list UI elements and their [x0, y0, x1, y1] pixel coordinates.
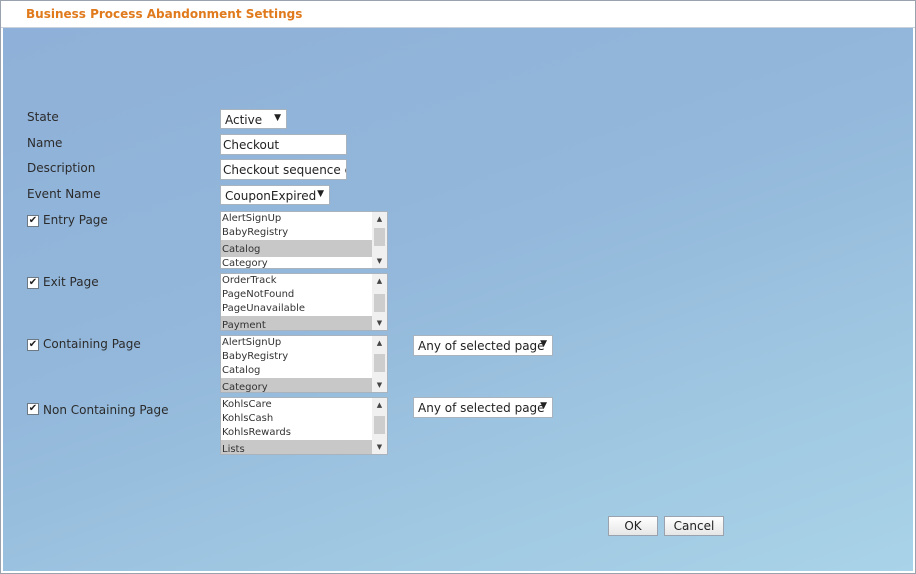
entry-page-checkbox[interactable]: ✔	[27, 215, 39, 227]
state-select[interactable]: Active ▼	[220, 109, 287, 129]
list-item[interactable]: OrderTrack	[221, 274, 372, 288]
scroll-up-icon[interactable]: ▲	[372, 399, 387, 411]
dialog-title: Business Process Abandonment Settings	[26, 7, 303, 21]
event-name-select-value: CouponExpired	[225, 189, 317, 203]
list-item-selected[interactable]: Lists	[221, 440, 372, 454]
list-item[interactable]: PageNotFound	[221, 288, 372, 302]
containing-page-scrollbar[interactable]: ▲ ▼	[372, 336, 387, 392]
containing-page-listbox[interactable]: AlertSignUp BabyRegistry Catalog Categor…	[220, 335, 388, 393]
event-name-select[interactable]: CouponExpired ▼	[220, 185, 330, 205]
chevron-down-icon: ▼	[540, 401, 547, 411]
list-item[interactable]: KohlsCash	[221, 412, 372, 426]
checkmark-icon: ✔	[28, 339, 38, 350]
chevron-down-icon: ▼	[317, 189, 324, 199]
description-field[interactable]: Checkout sequence ex	[220, 159, 347, 180]
list-item-selected[interactable]: Category	[221, 378, 372, 392]
containing-page-checkbox[interactable]: ✔	[27, 339, 39, 351]
scroll-up-icon[interactable]: ▲	[372, 337, 387, 349]
scroll-up-icon[interactable]: ▲	[372, 275, 387, 287]
containing-page-mode-select[interactable]: Any of selected page ▼	[413, 335, 553, 356]
chevron-down-icon: ▼	[540, 339, 547, 349]
non-containing-page-scrollbar[interactable]: ▲ ▼	[372, 398, 387, 454]
non-containing-page-checkbox[interactable]: ✔	[27, 403, 39, 415]
cancel-button[interactable]: Cancel	[664, 516, 724, 536]
abandonment-settings-dialog: Business Process Abandonment Settings St…	[0, 0, 916, 574]
checkmark-icon: ✔	[28, 277, 38, 288]
exit-page-scrollbar[interactable]: ▲ ▼	[372, 274, 387, 330]
non-containing-page-mode-select[interactable]: Any of selected page ▼	[413, 397, 553, 418]
dialog-body	[3, 28, 913, 571]
scrollbar-thumb[interactable]	[374, 416, 385, 434]
scroll-down-icon[interactable]: ▼	[372, 379, 387, 391]
list-item[interactable]: KohlsRewards	[221, 426, 372, 440]
description-label: Description	[27, 161, 96, 175]
scrollbar-thumb[interactable]	[374, 294, 385, 312]
list-item[interactable]: AlertSignUp	[221, 336, 372, 350]
dialog-titlebar: Business Process Abandonment Settings	[1, 1, 915, 28]
exit-page-checkbox[interactable]: ✔	[27, 277, 39, 289]
non-containing-page-mode-value: Any of selected page	[418, 401, 545, 415]
containing-page-label: Containing Page	[43, 337, 141, 351]
exit-page-listbox[interactable]: OrderTrack PageNotFound PageUnavailable …	[220, 273, 388, 331]
list-item[interactable]: Catalog	[221, 364, 372, 378]
list-item[interactable]: Category	[221, 257, 372, 268]
containing-page-mode-value: Any of selected page	[418, 339, 545, 353]
scroll-down-icon[interactable]: ▼	[372, 317, 387, 329]
non-containing-page-listbox[interactable]: KohlsCare KohlsCash KohlsRewards Lists ▲…	[220, 397, 388, 455]
state-select-value: Active	[225, 113, 263, 127]
chevron-down-icon: ▼	[274, 113, 281, 123]
list-item[interactable]: BabyRegistry	[221, 226, 372, 240]
exit-page-label: Exit Page	[43, 275, 99, 289]
scroll-down-icon[interactable]: ▼	[372, 441, 387, 453]
list-item[interactable]: KohlsCare	[221, 398, 372, 412]
list-item[interactable]: PageUnavailable	[221, 302, 372, 316]
list-item-selected[interactable]: Payment	[221, 316, 372, 330]
list-item[interactable]: AlertSignUp	[221, 212, 372, 226]
state-label: State	[27, 110, 59, 124]
checkmark-icon: ✔	[28, 215, 38, 226]
ok-button[interactable]: OK	[608, 516, 658, 536]
name-field[interactable]: Checkout	[220, 134, 347, 155]
scroll-down-icon[interactable]: ▼	[372, 255, 387, 267]
name-label: Name	[27, 136, 63, 150]
scroll-up-icon[interactable]: ▲	[372, 213, 387, 225]
entry-page-listbox[interactable]: AlertSignUp BabyRegistry Catalog Categor…	[220, 211, 388, 269]
entry-page-label: Entry Page	[43, 213, 108, 227]
scrollbar-thumb[interactable]	[374, 354, 385, 372]
list-item[interactable]: BabyRegistry	[221, 350, 372, 364]
scrollbar-thumb[interactable]	[374, 228, 385, 246]
non-containing-page-label: Non Containing Page	[43, 403, 169, 417]
list-item-selected[interactable]: Catalog	[221, 240, 372, 257]
checkmark-icon: ✔	[28, 403, 38, 414]
event-name-label: Event Name	[27, 187, 101, 201]
entry-page-scrollbar[interactable]: ▲ ▼	[372, 212, 387, 268]
